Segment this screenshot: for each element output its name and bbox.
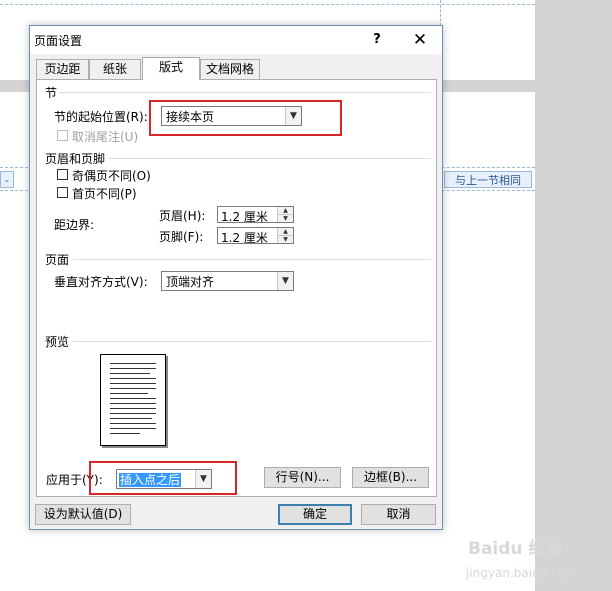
vertical-alignment-label: 垂直对齐方式(V): [54,275,148,289]
header-distance-value: 1.2 厘米 [221,210,268,224]
margin-guide-line [440,0,441,26]
preview-text-line [110,418,152,419]
header-distance-spinner: ▲ ▼ [277,207,293,222]
preview-text-line [110,373,150,374]
footer-distance-value: 1.2 厘米 [221,231,268,245]
same-as-previous-tag[interactable]: 与上一节相同 [444,171,532,188]
section-start-label: 节的起始位置(R): [54,110,148,124]
suppress-endnotes-label: 取消尾注(U) [72,130,139,144]
section-divider [59,92,431,93]
preview-text-line [110,378,156,379]
footer-distance-label: 页脚(F): [159,230,204,244]
first-page-different-checkbox[interactable] [57,187,68,198]
vertical-alignment-value: 顶端对齐 [166,275,215,289]
preview-text-line [110,423,156,424]
distance-from-edge-label: 距边界: [54,218,95,232]
spin-up-icon[interactable]: ▲ [278,207,293,215]
preview-text-line [110,368,156,369]
preview-page [100,354,166,446]
vertical-alignment-select[interactable]: 顶端对齐 ▼ [161,271,294,291]
page-divider [73,259,431,260]
odd-even-different-checkbox[interactable] [57,169,68,180]
header-distance-input[interactable]: 1.2 厘米 ▲ ▼ [217,206,294,224]
preview-text-line [110,393,148,394]
tab-paper[interactable]: 纸张 [89,59,141,79]
preview-text-line [110,408,156,409]
suppress-endnotes-checkbox[interactable] [57,130,68,141]
chevron-down-icon: ▼ [277,272,293,290]
set-as-default-button[interactable]: 设为默认值(D) [35,504,131,525]
section-heading: 节 [45,86,58,100]
borders-button[interactable]: 边框(B)... [352,467,429,488]
header-boundary-line [0,4,535,5]
preview-text-line [110,383,156,384]
annotation-box-apply-to [89,461,237,495]
footer-distance-spinner: ▲ ▼ [277,228,293,243]
preview-text-line [110,428,156,429]
footer-distance-input[interactable]: 1.2 厘米 ▲ ▼ [217,227,294,245]
cancel-button[interactable]: 取消 [361,504,436,525]
preview-text-line [110,363,156,364]
tab-document-grid[interactable]: 文档网格 [200,59,260,79]
spin-up-icon[interactable]: ▲ [278,228,293,236]
preview-heading: 预览 [45,335,70,349]
layout-tab-panel: 节 节的起始位置(R): 接续本页 ▼ 取消尾注(U) 页眉和页脚 奇偶页不同(… [36,79,437,497]
preview-divider [73,341,431,342]
tab-margins[interactable]: 页边距 [36,59,89,79]
spin-down-icon[interactable]: ▼ [278,215,293,222]
dialog-title: 页面设置 [34,34,83,48]
header-footer-heading: 页眉和页脚 [45,152,106,166]
ok-button[interactable]: 确定 [278,504,352,525]
tab-layout[interactable]: 版式 [142,57,200,80]
header-distance-label: 页眉(H): [159,209,206,223]
preview-text-line [110,398,156,399]
help-button[interactable]: ? [367,30,387,50]
header-tag-left: - [0,171,14,188]
dialog-titlebar[interactable]: 页面设置 ? ✕ [30,26,442,54]
preview-text-line [110,388,156,389]
odd-even-different-label: 奇偶页不同(O) [72,169,151,183]
preview-text-line [110,403,156,404]
page-heading: 页面 [45,253,70,267]
header-footer-divider [109,158,431,159]
preview-text-line [110,433,140,434]
close-button[interactable]: ✕ [402,28,438,52]
baidu-watermark-logo: Baidu 经验 [468,539,563,559]
annotation-box-section-start [149,100,342,136]
line-numbers-button[interactable]: 行号(N)... [264,467,341,488]
preview-text-line [110,413,156,414]
spin-down-icon[interactable]: ▼ [278,236,293,243]
baidu-watermark-url: jingyan.baidu.com [466,566,577,580]
first-page-different-label: 首页不同(P) [72,187,137,201]
